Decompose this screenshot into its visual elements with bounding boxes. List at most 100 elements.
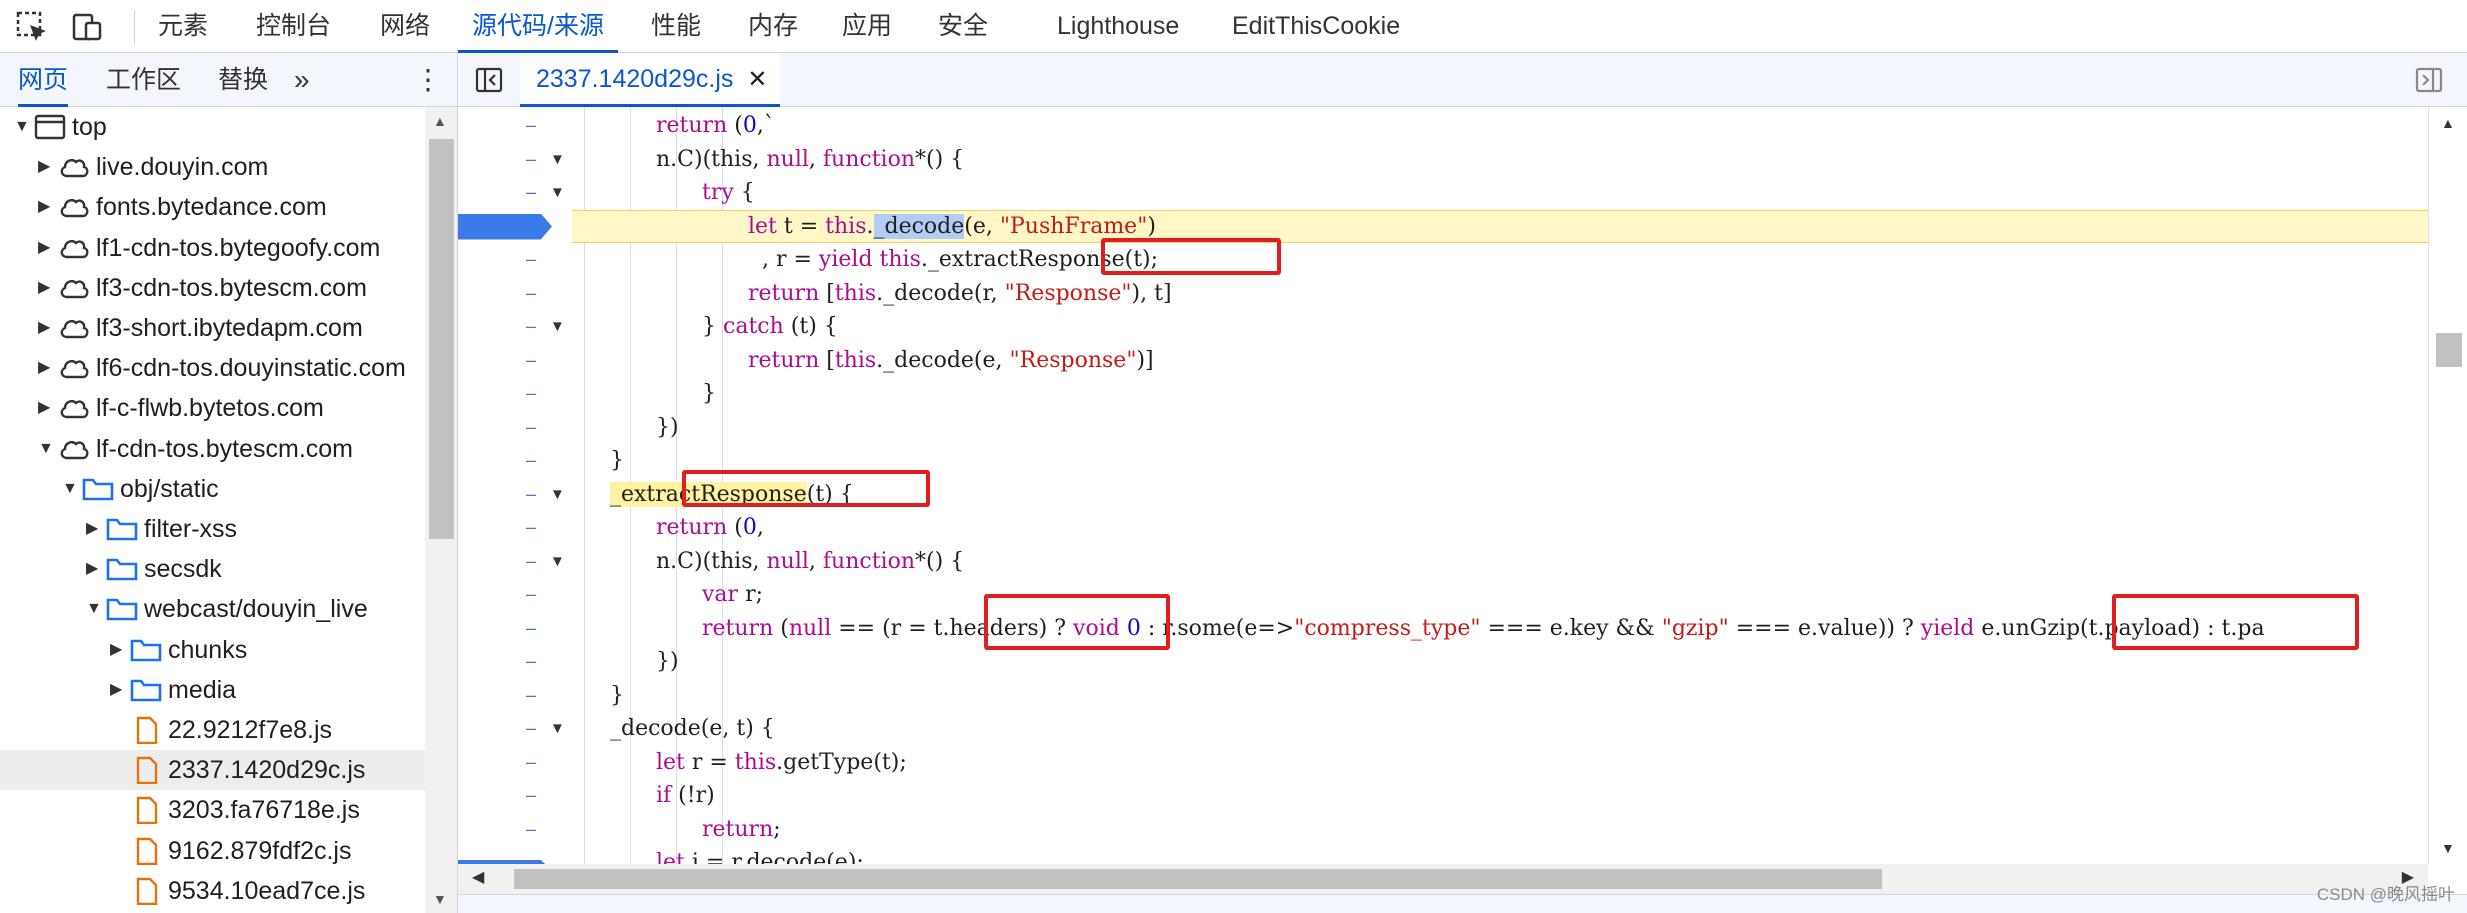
tree-item[interactable]: ▼ lf-cdn-tos.bytescm.com bbox=[0, 429, 425, 469]
gutter-marker[interactable]: – bbox=[526, 578, 536, 612]
collapsed-triangle-icon[interactable]: ▶ bbox=[110, 670, 122, 710]
tree-item[interactable]: 3203.fa76718e.js bbox=[0, 790, 425, 830]
code-line[interactable]: – let r = this.getType(t); bbox=[458, 746, 2428, 780]
tree-item[interactable]: ▶ lf-c-flwb.bytetos.com bbox=[0, 388, 425, 428]
gutter-marker[interactable]: – bbox=[526, 712, 536, 746]
scroll-down-icon[interactable]: ▼ bbox=[2441, 840, 2455, 856]
fold-toggle-icon[interactable]: ▼ bbox=[550, 712, 565, 746]
collapsed-triangle-icon[interactable]: ▶ bbox=[38, 187, 50, 227]
code-line[interactable]: – if (!r) bbox=[458, 779, 2428, 813]
tree-item[interactable]: ▶ lf1-cdn-tos.bytegoofy.com bbox=[0, 228, 425, 268]
gutter-marker[interactable]: – bbox=[526, 277, 536, 311]
collapsed-triangle-icon[interactable]: ▶ bbox=[38, 228, 50, 268]
collapsed-triangle-icon[interactable]: ▶ bbox=[86, 509, 98, 549]
tree-item[interactable]: ▶ lf3-short.ibytedapm.com bbox=[0, 308, 425, 348]
inspect-icon[interactable] bbox=[14, 9, 50, 45]
breakpoint-marker[interactable] bbox=[458, 213, 552, 240]
code-line[interactable]: –}) bbox=[458, 411, 2428, 445]
collapsed-triangle-icon[interactable]: ▶ bbox=[86, 549, 98, 589]
tree-item[interactable]: 2337.1420d29c.js bbox=[0, 750, 425, 791]
tab-overrides[interactable]: 替换 bbox=[218, 53, 268, 107]
gutter-marker[interactable]: – bbox=[526, 779, 536, 813]
toggle-navigator-icon[interactable] bbox=[474, 65, 504, 95]
scrollbar-thumb[interactable] bbox=[2436, 333, 2462, 367]
code-line[interactable]: – return (0, bbox=[458, 511, 2428, 545]
gutter-marker[interactable]: – bbox=[526, 511, 536, 545]
code-line[interactable]: –}) bbox=[458, 645, 2428, 679]
fold-toggle-icon[interactable]: ▼ bbox=[550, 310, 565, 344]
tab-page[interactable]: 网页 bbox=[18, 53, 69, 107]
code-line[interactable]: – ▼ _decode(e, t) { bbox=[458, 712, 2428, 746]
code-line[interactable]: – ▼} catch (t) { bbox=[458, 310, 2428, 344]
scrollbar-thumb[interactable] bbox=[514, 869, 1882, 889]
tree-item[interactable]: ▶ lf6-cdn-tos.douyinstatic.com bbox=[0, 348, 425, 388]
expanded-triangle-icon[interactable]: ▼ bbox=[86, 589, 102, 629]
file-tree-scrollbar[interactable]: ▲ ▼ bbox=[425, 107, 458, 913]
fold-toggle-icon[interactable]: ▼ bbox=[550, 176, 565, 210]
tab-2[interactable]: 网络 bbox=[380, 0, 430, 53]
collapsed-triangle-icon[interactable]: ▶ bbox=[38, 268, 50, 308]
tree-item[interactable]: 9162.879fdf2c.js bbox=[0, 831, 425, 871]
navigator-menu-icon[interactable]: ⋮ bbox=[414, 53, 442, 107]
gutter-marker[interactable]: – bbox=[526, 143, 536, 177]
tree-item[interactable]: ▶ secsdk bbox=[0, 549, 425, 589]
gutter-marker[interactable]: – bbox=[526, 645, 536, 679]
tree-item[interactable]: ▼ top bbox=[0, 107, 425, 147]
collapsed-triangle-icon[interactable]: ▶ bbox=[38, 348, 50, 388]
code-line[interactable]: – ▼ n.C)(this, null, function*() { bbox=[458, 143, 2428, 177]
gutter-marker[interactable]: – bbox=[526, 746, 536, 780]
gutter-marker[interactable]: – bbox=[526, 243, 536, 277]
gutter-marker[interactable]: – bbox=[526, 344, 536, 378]
tree-item[interactable]: ▶ media bbox=[0, 670, 425, 710]
code-line[interactable]: –} bbox=[458, 679, 2428, 713]
tab-8[interactable]: Lighthouse bbox=[1057, 0, 1179, 53]
gutter-marker[interactable]: – bbox=[526, 176, 536, 210]
collapsed-triangle-icon[interactable]: ▶ bbox=[38, 388, 50, 428]
gutter-marker[interactable]: – bbox=[526, 411, 536, 445]
editor-vertical-scrollbar[interactable]: ▲ ▼ bbox=[2428, 107, 2467, 864]
expanded-triangle-icon[interactable]: ▼ bbox=[62, 469, 78, 509]
code-line[interactable]: let i = r.decode(e); bbox=[458, 846, 2428, 864]
editor-horizontal-scrollbar[interactable]: ◀ ▶ bbox=[458, 864, 2428, 894]
gutter-marker[interactable]: – bbox=[526, 545, 536, 579]
gutter-marker[interactable]: – bbox=[526, 444, 536, 478]
tab-1[interactable]: 控制台 bbox=[256, 0, 331, 53]
tab-0[interactable]: 元素 bbox=[158, 0, 208, 53]
scrollbar-thumb[interactable] bbox=[429, 139, 454, 539]
tree-item[interactable]: ▶ fonts.bytedance.com bbox=[0, 187, 425, 227]
code-line[interactable]: – ▼ try { bbox=[458, 176, 2428, 210]
code-line[interactable]: – return [this._decode(r, "Response"), t] bbox=[458, 277, 2428, 311]
expanded-triangle-icon[interactable]: ▼ bbox=[38, 429, 54, 469]
tree-item[interactable]: 9534.10ead7ce.js bbox=[0, 871, 425, 911]
toggle-debugger-icon[interactable] bbox=[2414, 65, 2444, 95]
more-tabs-icon[interactable]: » bbox=[294, 53, 310, 107]
fold-toggle-icon[interactable]: ▼ bbox=[550, 143, 565, 177]
tree-item[interactable]: ▶ chunks bbox=[0, 630, 425, 670]
gutter-marker[interactable]: – bbox=[526, 813, 536, 847]
tree-item[interactable]: 22.9212f7e8.js bbox=[0, 710, 425, 750]
gutter-marker[interactable]: – bbox=[526, 310, 536, 344]
collapsed-triangle-icon[interactable]: ▶ bbox=[38, 147, 50, 187]
expanded-triangle-icon[interactable]: ▼ bbox=[14, 107, 30, 147]
collapsed-triangle-icon[interactable]: ▶ bbox=[110, 630, 122, 670]
scroll-up-icon[interactable]: ▲ bbox=[2441, 115, 2455, 131]
editor-file-tab[interactable]: 2337.1420d29c.js ✕ bbox=[520, 53, 780, 107]
gutter-marker[interactable]: – bbox=[526, 478, 536, 512]
gutter-marker[interactable]: – bbox=[526, 109, 536, 143]
tab-4[interactable]: 性能 bbox=[651, 0, 701, 53]
tab-7[interactable]: 安全 bbox=[938, 0, 988, 53]
code-line[interactable]: – , r = yield this._extractResponse(t); bbox=[458, 243, 2428, 277]
tree-item[interactable]: ▶ filter-xss bbox=[0, 509, 425, 549]
gutter-marker[interactable]: – bbox=[526, 612, 536, 646]
gutter-marker[interactable]: – bbox=[526, 679, 536, 713]
code-line[interactable]: – return; bbox=[458, 813, 2428, 847]
tab-6[interactable]: 应用 bbox=[842, 0, 892, 53]
device-toggle-icon[interactable] bbox=[70, 9, 106, 45]
collapsed-triangle-icon[interactable]: ▶ bbox=[38, 308, 50, 348]
tree-item[interactable]: ▶ lf3-cdn-tos.bytescm.com bbox=[0, 268, 425, 308]
code-line[interactable]: –} bbox=[458, 377, 2428, 411]
close-tab-icon[interactable]: ✕ bbox=[747, 66, 767, 93]
tab-workspace[interactable]: 工作区 bbox=[106, 53, 181, 107]
code-line[interactable]: let t = this._decode(e, "PushFrame") bbox=[458, 209, 2428, 243]
fold-toggle-icon[interactable]: ▼ bbox=[550, 545, 565, 579]
